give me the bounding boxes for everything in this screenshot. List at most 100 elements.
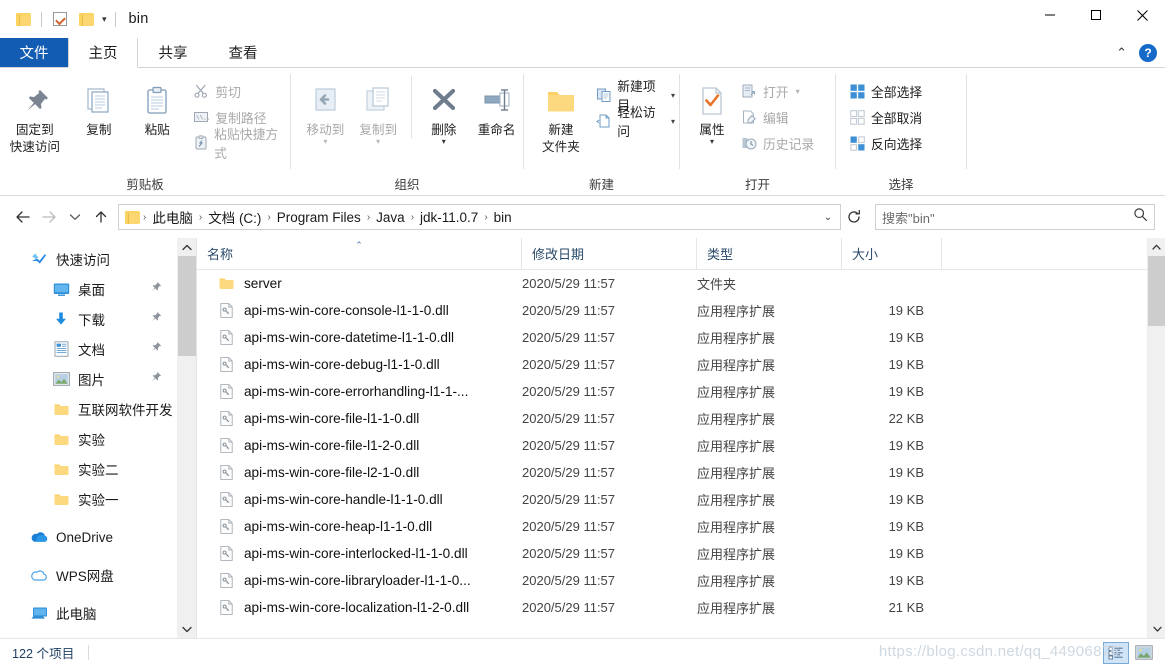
table-row[interactable]: api-ms-win-core-file-l2-1-0.dll 2020/5/2… [197,459,1147,486]
nav-item-pictures[interactable]: 图片 [0,364,176,394]
nav-item-this-pc[interactable]: 此电脑 [0,598,176,628]
qat-properties-icon[interactable] [47,6,73,32]
maximize-button[interactable] [1073,0,1119,30]
breadcrumb-this-pc[interactable]: 此电脑 [147,207,198,227]
table-row[interactable]: api-ms-win-core-file-l1-2-0.dll 2020/5/2… [197,432,1147,459]
history-button[interactable]: 历史记录 [740,130,818,156]
forward-button[interactable] [36,204,62,230]
close-button[interactable] [1119,0,1165,30]
paste-shortcut-button[interactable]: 粘贴快捷方式 [192,127,290,161]
new-folder-button[interactable]: 新建 文件夹 [532,76,590,156]
nav-item-experiment[interactable]: 实验 [0,424,176,454]
table-row[interactable]: api-ms-win-core-debug-l1-1-0.dll 2020/5/… [197,351,1147,378]
nav-item-documents[interactable]: 文档 [0,334,176,364]
pin-icon[interactable] [149,341,162,357]
breadcrumb-jdk[interactable]: jdk-11.0.7 [415,210,483,225]
table-row[interactable]: api-ms-win-core-heap-l1-1-0.dll 2020/5/2… [197,513,1147,540]
list-scroll-up-icon[interactable] [1148,238,1165,256]
nav-item-downloads[interactable]: 下载 [0,304,176,334]
customize-qat-caret-icon[interactable]: ▾ [99,14,110,25]
search-input[interactable]: 搜索"bin" [882,208,1133,227]
column-header-size[interactable]: 大小 [842,238,942,269]
copy-to-button[interactable]: 复制到 ▾ [352,76,405,146]
search-icon[interactable] [1133,207,1148,227]
copy-button[interactable]: 复制 [70,76,128,139]
details-view-button[interactable] [1103,641,1129,664]
tab-home[interactable]: 主页 [68,38,138,68]
move-to-button[interactable]: 移动到 ▾ [299,76,352,146]
thumbnails-view-button[interactable] [1131,642,1157,664]
file-list-scrollbar[interactable] [1147,238,1165,638]
table-row[interactable]: api-ms-win-core-libraryloader-l1-1-0... … [197,567,1147,594]
paste-button[interactable]: 粘贴 [128,76,186,139]
back-button[interactable] [10,204,36,230]
address-dropdown-icon[interactable]: ⌄ [818,212,838,223]
edit-icon [740,108,758,126]
delete-button[interactable]: 删除 ▾ [417,76,470,146]
recent-locations-button[interactable] [62,204,88,230]
navigation-pane-scrollbar[interactable] [176,238,196,638]
nav-item-quick-access[interactable]: 快速访问 [0,244,176,274]
pin-to-quick-access-button[interactable]: 固定到 快速访问 [0,76,70,156]
table-row[interactable]: api-ms-win-core-handle-l1-1-0.dll 2020/5… [197,486,1147,513]
collapse-ribbon-icon[interactable]: ⌃ [1116,45,1127,61]
cut-button[interactable]: 剪切 [192,78,290,104]
table-row[interactable]: api-ms-win-core-datetime-l1-1-0.dll 2020… [197,324,1147,351]
tab-view[interactable]: 查看 [208,38,278,67]
qat-new-folder-icon[interactable] [73,6,99,32]
move-to-caret-icon[interactable]: ▾ [323,138,327,146]
nav-scroll-down-icon[interactable] [177,620,197,638]
rename-button[interactable]: 重命名 [470,76,523,139]
copy-to-caret-icon[interactable]: ▾ [376,138,380,146]
nav-item-experiment-2[interactable]: 实验二 [0,454,176,484]
easy-access-button[interactable]: 轻松访问 ▾ [596,105,679,139]
help-icon[interactable]: ? [1139,43,1157,62]
invert-selection-button[interactable]: 反向选择 [848,130,926,156]
breadcrumb-bin[interactable]: bin [489,210,517,225]
nav-item-internet-software-dev[interactable]: 互联网软件开发 [0,394,176,424]
pin-icon[interactable] [149,371,162,387]
list-scroll-down-icon[interactable] [1148,620,1165,638]
nav-item-experiment-1[interactable]: 实验一 [0,484,176,514]
nav-scroll-thumb[interactable] [178,256,196,356]
nav-item-onedrive[interactable]: OneDrive [0,522,176,552]
nav-item-desktop[interactable]: 桌面 [0,274,176,304]
select-all-button[interactable]: 全部选择 [848,78,926,104]
table-row[interactable]: api-ms-win-core-errorhandling-l1-1-... 2… [197,378,1147,405]
properties-button[interactable]: 属性 ▾ [688,76,736,146]
search-box[interactable]: 搜索"bin" [875,204,1155,230]
nav-scroll-up-icon[interactable] [177,238,196,256]
tab-share[interactable]: 共享 [138,38,208,67]
refresh-button[interactable] [841,204,867,230]
table-row[interactable]: api-ms-win-core-file-l1-1-0.dll 2020/5/2… [197,405,1147,432]
delete-caret-icon[interactable]: ▾ [442,138,446,146]
pin-icon[interactable] [149,311,162,327]
nav-item-internet-software-dev-label: 互联网软件开发 [78,403,173,418]
column-header-type[interactable]: 类型 [697,238,842,269]
table-row[interactable]: api-ms-win-core-console-l1-1-0.dll 2020/… [197,297,1147,324]
up-button[interactable] [88,204,114,230]
minimize-button[interactable] [1027,0,1073,30]
properties-caret-icon[interactable]: ▾ [710,138,714,146]
column-header-date[interactable]: 修改日期 [522,238,697,269]
qat-folder-icon[interactable] [10,6,36,32]
ribbon-group-new-label: 新建 [588,178,614,192]
edit-button[interactable]: 编辑 [740,104,818,130]
address-bar[interactable]: › 此电脑 › 文档 (C:) › Program Files › Java ›… [118,204,841,230]
new-item-caret-icon[interactable]: ▾ [671,91,675,100]
table-row[interactable]: api-ms-win-core-localization-l1-2-0.dll … [197,594,1147,621]
pin-icon[interactable] [149,281,162,297]
column-header-name[interactable]: ⌃ 名称 [197,238,522,269]
table-row[interactable]: api-ms-win-core-interlocked-l1-1-0.dll 2… [197,540,1147,567]
easy-access-caret-icon[interactable]: ▾ [671,117,675,126]
table-row[interactable]: server 2020/5/29 11:57 文件夹 [197,270,1147,297]
tab-file[interactable]: 文件 [0,38,68,67]
select-none-button[interactable]: 全部取消 [848,104,926,130]
open-button[interactable]: 打开 ▾ [740,78,818,104]
breadcrumb-documents-c[interactable]: 文档 (C:) [203,207,266,227]
breadcrumb-java[interactable]: Java [371,210,410,225]
list-scroll-thumb[interactable] [1148,256,1165,326]
nav-item-wps-cloud[interactable]: WPS网盘 [0,560,176,590]
open-caret-icon[interactable]: ▾ [796,87,800,96]
breadcrumb-program-files[interactable]: Program Files [272,210,366,225]
